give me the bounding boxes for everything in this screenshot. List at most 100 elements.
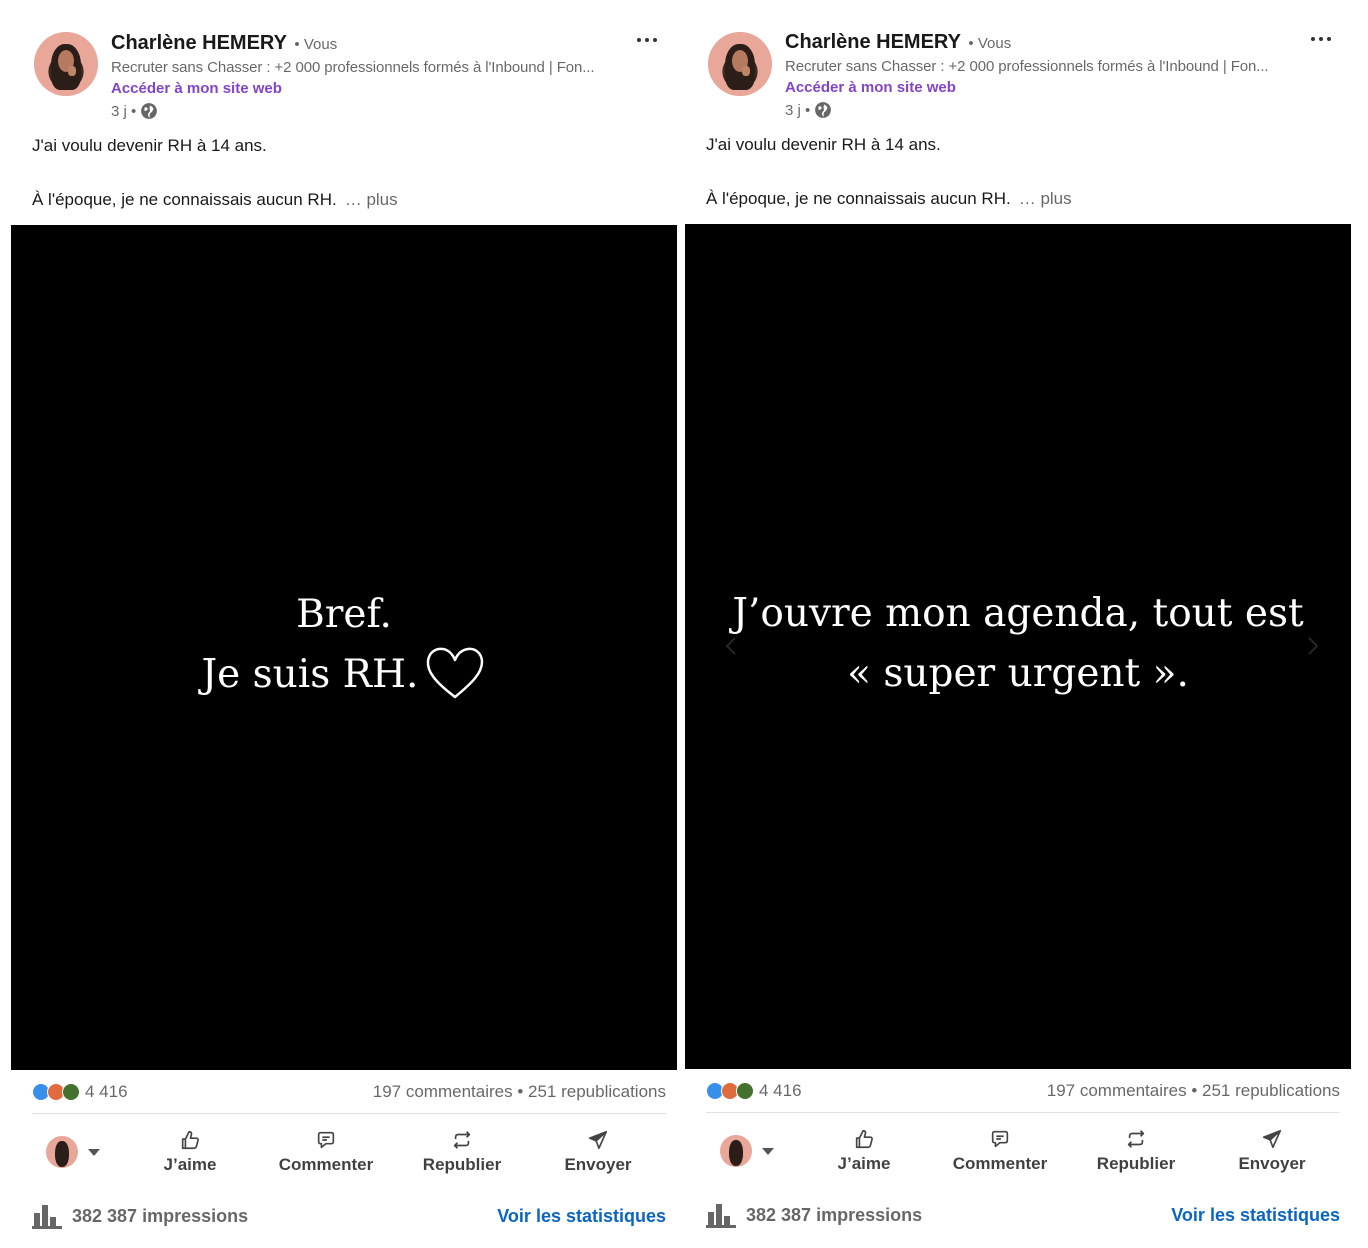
repost-icon <box>1127 1130 1145 1148</box>
post-meta: 3 j • <box>111 102 158 120</box>
like-button[interactable]: J’aime <box>122 1129 258 1175</box>
chevron-right-icon[interactable] <box>1305 636 1321 656</box>
reactions-summary[interactable]: 4 416 <box>32 1082 128 1102</box>
actor-switcher[interactable] <box>706 1135 796 1167</box>
bar-chart-icon <box>32 1205 62 1229</box>
social-actions-bar: J’aime Commenter Republier Envoyer <box>706 1123 1340 1179</box>
author-degree: • Vous <box>968 35 1012 52</box>
reaction-count[interactable]: 4 416 <box>85 1082 128 1102</box>
view-stats-link[interactable]: Voir les statistiques <box>497 1206 666 1227</box>
author-degree: • Vous <box>294 36 338 53</box>
divider <box>706 1112 1340 1113</box>
see-more-link[interactable]: … plus <box>1019 189 1072 208</box>
view-stats-link[interactable]: Voir les statistiques <box>1171 1205 1340 1226</box>
analytics-row: 382 387 impressions Voir les statistique… <box>706 1199 1340 1231</box>
actor-avatar <box>720 1135 752 1167</box>
website-link[interactable]: Accéder à mon site web <box>111 80 282 97</box>
repost-label: Republier <box>422 1155 502 1174</box>
slide-line-2: « super urgent ». <box>847 651 1189 696</box>
comment-button[interactable]: Commenter <box>258 1129 394 1175</box>
thumbs-up-icon <box>855 1129 873 1149</box>
slide-line-2-text: Je suis RH. <box>201 652 419 697</box>
caret-down-icon <box>88 1148 100 1156</box>
send-label: Envoyer <box>564 1155 632 1174</box>
post-text-line-2-content: À l'époque, je ne connaissais aucun RH. <box>706 189 1011 208</box>
comment-icon <box>317 1131 335 1149</box>
comment-icon <box>991 1130 1009 1148</box>
send-button[interactable]: Envoyer <box>530 1129 666 1175</box>
impressions: 382 387 impressions <box>706 1202 922 1228</box>
ellipsis-dot <box>645 38 649 42</box>
repost-button[interactable]: Republier <box>1068 1128 1204 1174</box>
ellipsis-dot <box>653 38 657 42</box>
post-text-line-1: J'ai voulu devenir RH à 14 ans. <box>706 135 941 154</box>
actor-switcher[interactable] <box>32 1136 122 1168</box>
send-button[interactable]: Envoyer <box>1204 1128 1340 1174</box>
analytics-row: 382 387 impressions Voir les statistique… <box>32 1200 666 1232</box>
globe-icon <box>815 102 832 118</box>
author-name[interactable]: Charlène HEMERY <box>785 31 961 53</box>
post-media-slide[interactable]: J’ouvre mon agenda, tout est « super urg… <box>685 224 1351 1069</box>
author-headline: Recruter sans Chasser : +2 000 professio… <box>111 59 595 76</box>
author-name[interactable]: Charlène HEMERY <box>111 32 287 54</box>
divider <box>32 1113 666 1114</box>
reaction-count[interactable]: 4 416 <box>759 1081 802 1101</box>
like-label: J’aime <box>837 1154 891 1173</box>
author-headline: Recruter sans Chasser : +2 000 professio… <box>785 58 1269 75</box>
post-text-line-2: À l'époque, je ne connaissais aucun RH. …… <box>706 189 1072 209</box>
thumbs-up-icon <box>181 1130 199 1150</box>
post-text-line-2-content: À l'époque, je ne connaissais aucun RH. <box>32 190 337 209</box>
repost-label: Republier <box>1096 1154 1176 1173</box>
author-line: Charlène HEMERY • Vous <box>111 32 337 55</box>
like-button[interactable]: J’aime <box>796 1128 932 1174</box>
avatar-hand <box>742 66 750 76</box>
more-options-button[interactable] <box>633 28 661 52</box>
post-media-slide[interactable]: Bref. Je suis RH. <box>11 225 677 1070</box>
ellipsis-icon <box>637 38 641 42</box>
post-meta: 3 j • <box>785 101 832 119</box>
impressions-count: 382 387 impressions <box>746 1204 923 1225</box>
comment-label: Commenter <box>952 1154 1048 1173</box>
slide-line-1: Bref. <box>296 592 392 637</box>
send-icon <box>588 1130 608 1150</box>
send-label: Envoyer <box>1238 1154 1306 1173</box>
heart-icon <box>427 647 484 699</box>
ellipsis-dot <box>1327 37 1331 41</box>
post-time: 3 j • <box>785 101 811 119</box>
slide-text: Bref. Je suis RH. <box>11 585 677 705</box>
bar-chart-icon <box>706 1204 736 1228</box>
post-text-line-1: J'ai voulu devenir RH à 14 ans. <box>32 136 267 155</box>
post-time: 3 j • <box>111 102 137 120</box>
post-text-line-2: À l'époque, je ne connaissais aucun RH. …… <box>32 190 398 210</box>
ellipsis-dot <box>1319 37 1323 41</box>
comments-reposts-count[interactable]: 197 commentaires • 251 republications <box>373 1082 666 1102</box>
social-counts-row: 4 416 197 commentaires • 251 republicati… <box>706 1079 1340 1103</box>
comments-reposts-count[interactable]: 197 commentaires • 251 republications <box>1047 1081 1340 1101</box>
slide-line-2: Je suis RH. <box>11 645 677 705</box>
comment-label: Commenter <box>278 1155 374 1174</box>
avatar-hand <box>68 66 76 76</box>
impressions-count: 382 387 impressions <box>72 1205 249 1226</box>
social-actions-bar: J’aime Commenter Republier Envoyer <box>32 1124 666 1180</box>
more-options-button[interactable] <box>1307 27 1335 51</box>
support-icon <box>736 1082 754 1100</box>
feed-post-right: Charlène HEMERY • Vous Recruter sans Cha… <box>685 0 1351 1248</box>
caret-down-icon <box>762 1147 774 1155</box>
author-avatar[interactable] <box>34 32 98 96</box>
feed-post-left: Charlène HEMERY • Vous Recruter sans Cha… <box>11 0 677 1248</box>
repost-icon <box>453 1131 471 1149</box>
ellipsis-icon <box>1311 37 1315 41</box>
slide-line-1: J’ouvre mon agenda, tout est <box>732 591 1304 636</box>
reactions-summary[interactable]: 4 416 <box>706 1081 802 1101</box>
repost-button[interactable]: Republier <box>394 1129 530 1175</box>
impressions: 382 387 impressions <box>32 1203 248 1229</box>
like-label: J’aime <box>163 1155 217 1174</box>
author-avatar[interactable] <box>708 32 772 96</box>
actor-avatar <box>46 1136 78 1168</box>
support-icon <box>62 1083 80 1101</box>
send-icon <box>1262 1129 1282 1149</box>
see-more-link[interactable]: … plus <box>345 190 398 209</box>
comment-button[interactable]: Commenter <box>932 1128 1068 1174</box>
website-link[interactable]: Accéder à mon site web <box>785 79 956 96</box>
globe-icon <box>141 103 158 119</box>
